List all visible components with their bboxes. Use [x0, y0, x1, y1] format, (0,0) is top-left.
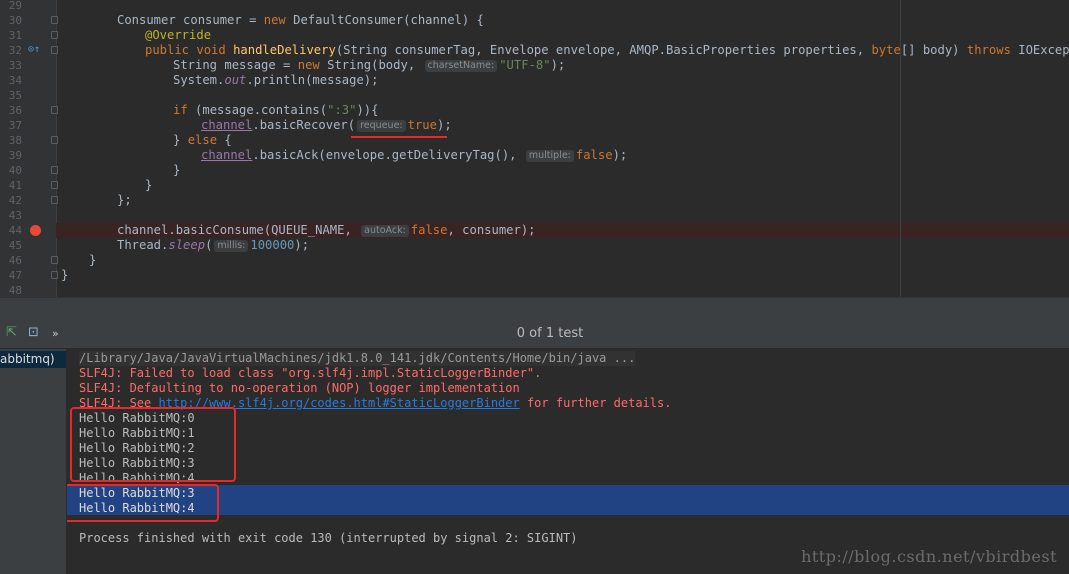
- fold-marker-icon[interactable]: [51, 46, 58, 54]
- code-line-34: System.out.println(message);: [173, 73, 379, 87]
- line-number: 32: [8, 44, 22, 57]
- fold-marker-icon[interactable]: [51, 196, 58, 204]
- line-number: 39: [8, 149, 22, 162]
- override-method-icon[interactable]: ⊙↑: [28, 44, 40, 56]
- fold-marker-icon[interactable]: [51, 16, 58, 24]
- line-number: 42: [8, 194, 22, 207]
- code-line-31: @Override: [145, 28, 212, 42]
- code-line-36: if (message.contains(":3")){: [173, 103, 379, 117]
- line-number: 31: [8, 29, 22, 42]
- line-number: 41: [8, 179, 22, 192]
- line-number: 43: [8, 209, 22, 222]
- line-number: 47: [8, 269, 22, 282]
- exit-status-line: Process finished with exit code 130 (int…: [79, 531, 578, 545]
- watermark: http://blog.csdn.net/vbirdbest: [801, 547, 1057, 566]
- code-line-47: }: [61, 268, 69, 282]
- code-line-32: public void handleDelivery(String consum…: [145, 43, 1069, 57]
- code-line-45: Thread.sleep(millis: 100000);: [117, 238, 310, 252]
- code-line-38: } else {: [173, 133, 232, 147]
- code-line-42: };: [117, 193, 132, 207]
- code-editor[interactable]: 29 30 31 32 ⊙↑ 33 34 35 36 37 38 39 40 41…: [0, 0, 1069, 297]
- code-line-40: }: [173, 163, 181, 177]
- parameter-hint: millis:: [214, 240, 249, 252]
- line-number: 46: [8, 254, 22, 267]
- code-line-39: channel.basicAck(envelope.getDeliveryTag…: [201, 148, 628, 162]
- fold-marker-icon[interactable]: [51, 166, 58, 174]
- fold-marker-icon[interactable]: [51, 256, 58, 264]
- line-number: 30: [8, 14, 22, 27]
- line-number: 35: [8, 89, 22, 102]
- line-number: 37: [8, 119, 22, 132]
- export-results-icon[interactable]: ⊡: [28, 326, 39, 340]
- annotation-box-redelivered: [67, 484, 219, 522]
- error-line: SLF4J: Failed to load class "org.slf4j.i…: [79, 366, 542, 380]
- code-line-37: channel.basicRecover(requeue: true);: [201, 118, 452, 132]
- code-line-33: String message = new String(body, charse…: [173, 58, 566, 72]
- rerun-tests-icon[interactable]: ⇱: [6, 326, 17, 340]
- annotation-box-messages: [70, 407, 236, 482]
- fold-marker-icon[interactable]: [51, 136, 58, 144]
- line-number: 44: [8, 224, 22, 237]
- console-output[interactable]: /Library/Java/JavaVirtualMachines/jdk1.8…: [67, 349, 1069, 574]
- test-status: 0 of 1 test: [516, 326, 584, 341]
- parameter-hint: autoAck:: [361, 225, 409, 237]
- breakpoint-icon[interactable]: [30, 225, 41, 236]
- line-number: 29: [8, 0, 22, 12]
- fold-marker-icon[interactable]: [51, 271, 58, 279]
- line-number: 48: [8, 284, 22, 297]
- parameter-hint: charsetName:: [424, 60, 498, 72]
- code-line-44: channel.basicConsume(QUEUE_NAME, autoAck…: [117, 223, 536, 237]
- test-tree-item[interactable]: abbitmq): [0, 351, 66, 368]
- fold-marker-icon[interactable]: [51, 106, 58, 114]
- command-line[interactable]: /Library/Java/JavaVirtualMachines/jdk1.8…: [79, 351, 636, 366]
- line-number: 34: [8, 74, 22, 87]
- line-number: 36: [8, 104, 22, 117]
- line-number: 33: [8, 59, 22, 72]
- line-number-gutter: 29 30 31 32 ⊙↑ 33 34 35 36 37 38 39 40 41…: [0, 0, 58, 297]
- parameter-hint: requeue:: [357, 120, 406, 132]
- fold-marker-icon[interactable]: [51, 181, 58, 189]
- line-number: 45: [8, 239, 22, 252]
- code-line-46: }: [89, 253, 97, 267]
- error-line: SLF4J: Defaulting to no-operation (NOP) …: [79, 381, 520, 395]
- code-line-30: Consumer consumer = new DefaultConsumer(…: [117, 13, 484, 27]
- code-line-41: }: [145, 178, 153, 192]
- fold-marker-icon[interactable]: [51, 31, 58, 39]
- more-tools-icon[interactable]: »: [52, 327, 59, 341]
- line-number: 38: [8, 134, 22, 147]
- parameter-hint: multiple:: [525, 150, 574, 162]
- panel-splitter[interactable]: [0, 297, 1069, 321]
- line-number: 40: [8, 164, 22, 177]
- test-tree: abbitmq): [0, 349, 67, 574]
- run-toolbar: ⇱ ⊡ » 0 of 1 test: [0, 320, 1069, 349]
